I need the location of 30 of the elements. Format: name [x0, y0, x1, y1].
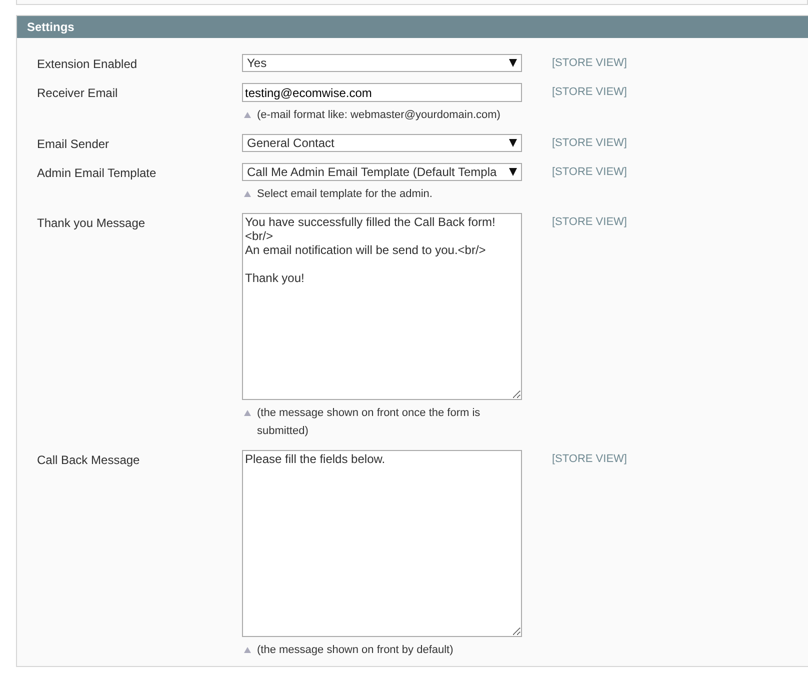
field-hint: (e-mail format like: webmaster@yourdomain.com) [257, 108, 500, 123]
scope-label: [STORE VIEW] [552, 452, 627, 467]
dropdown[interactable]: General Contact [242, 134, 522, 152]
caret-icon [509, 139, 517, 147]
scope-label: [STORE VIEW] [552, 136, 627, 151]
scope-label: [STORE VIEW] [552, 85, 627, 100]
input-field[interactable]: testing@ecomwise.com [242, 83, 522, 102]
dropdown[interactable]: Yes [242, 54, 522, 72]
hint-icon [244, 112, 251, 118]
field-label: Call Back Message [37, 452, 141, 469]
scope-label: [STORE VIEW] [552, 56, 627, 71]
field-hint: (the message shown on front by default) [257, 643, 454, 658]
caret-icon [509, 59, 517, 67]
panel-title: Settings [17, 16, 808, 38]
hint-icon [244, 191, 251, 197]
text-area[interactable]: You have successfully filled the Call Back form! <br/> An email notification will be send to you.<br/> Thank you! [242, 213, 522, 400]
field-label: Admin Email Template [37, 165, 158, 182]
scope-label: [STORE VIEW] [552, 165, 627, 180]
field-hint: Select email template for the admin. [257, 187, 432, 202]
hint-icon [244, 410, 251, 416]
field-label: Receiver Email [37, 85, 119, 102]
dropdown[interactable]: Call Me Admin Email Template (Default Templa [242, 163, 522, 181]
field-label: Email Sender [37, 136, 110, 153]
text-area[interactable]: Please fill the fields below. [242, 450, 522, 637]
field-label: Thank you Message [37, 215, 146, 232]
caret-icon [509, 168, 517, 176]
field-label: Extension Enabled [37, 56, 138, 73]
field-hint: (the message shown on front once the form is submitted) [257, 406, 482, 439]
hint-icon [244, 647, 251, 653]
scope-label: [STORE VIEW] [552, 215, 627, 230]
